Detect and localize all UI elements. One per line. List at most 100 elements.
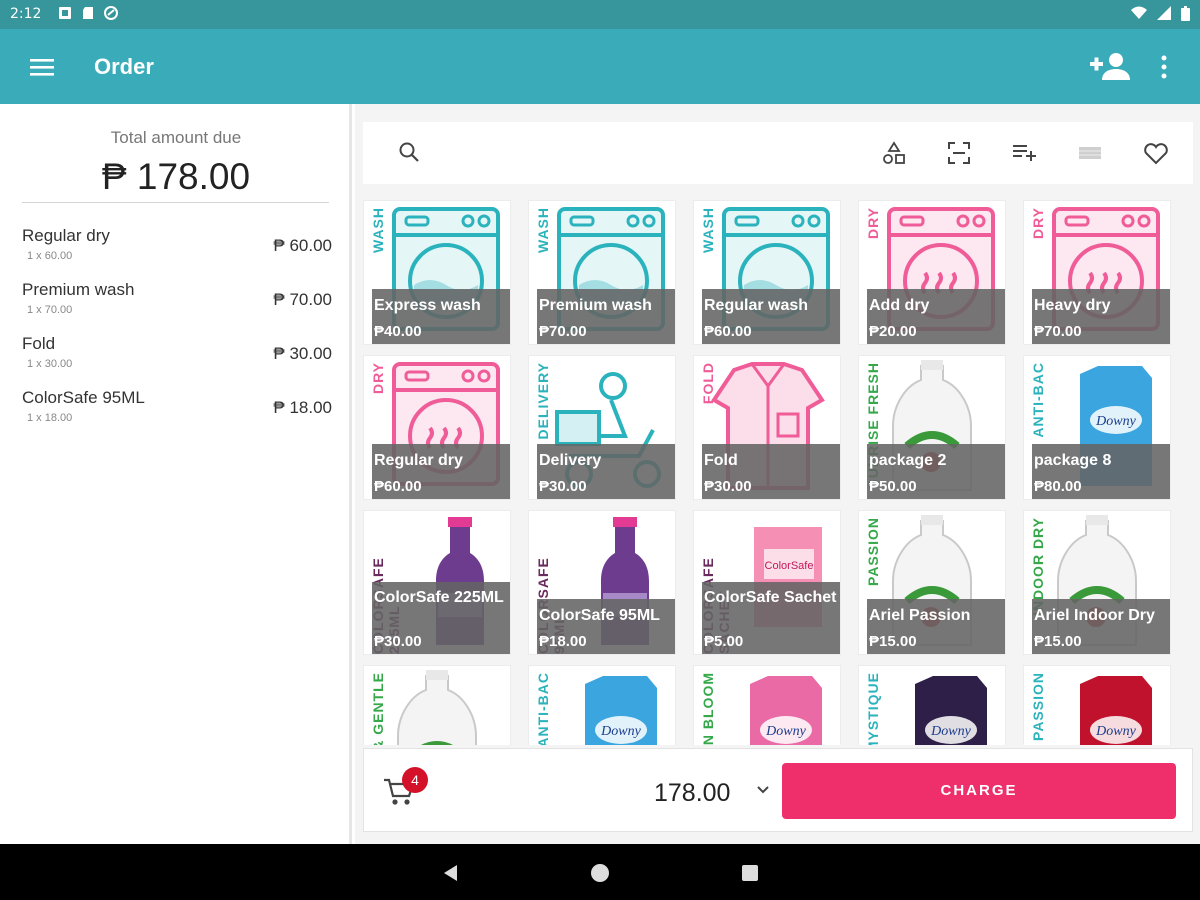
product-caption: ColorSafe 225ML ₱30.00 <box>372 582 510 654</box>
product-tile[interactable]: COLORSAFE 225MLColorSafe 225ML₱30.00 <box>363 510 511 655</box>
product-tile[interactable]: PASSION Ariel Passion ₱15.00 <box>858 510 1006 655</box>
product-tile[interactable]: Downy ANTI-BAC <box>528 665 676 745</box>
product-price: ₱15.00 <box>869 633 917 650</box>
line-item-qty: 1 x 70.00 <box>27 304 73 316</box>
order-line-item[interactable]: Premium wash 1 x 70.00 ₱ 70.00 <box>22 280 332 330</box>
product-price: ₱20.00 <box>869 323 917 340</box>
signal-icon <box>1157 6 1171 20</box>
product-category-label: DRY <box>1030 207 1046 240</box>
product-caption: Express wash ₱40.00 <box>372 289 510 344</box>
product-price: ₱50.00 <box>869 478 917 495</box>
search-icon[interactable] <box>395 138 425 168</box>
cart-count-badge: 4 <box>402 767 428 793</box>
line-item-qty: 1 x 18.00 <box>27 412 73 424</box>
wifi-icon <box>1131 6 1147 19</box>
checkout-bar: 4 178.00 CHARGE <box>363 748 1193 832</box>
product-name: Regular wash <box>704 297 809 314</box>
product-tile[interactable]: WASH Regular wash ₱60.00 <box>693 200 841 345</box>
product-tile[interactable]: DRY Heavy dry ₱70.00 <box>1023 200 1171 345</box>
product-price: ₱18.00 <box>539 633 587 650</box>
product-category-label: DRY <box>370 362 386 395</box>
line-item-price: ₱ 60.00 <box>273 236 332 255</box>
product-tile[interactable]: Downy ANTI-BAC package 8 ₱80.00 <box>1023 355 1171 500</box>
sync-icon <box>104 6 118 20</box>
order-line-item[interactable]: Fold 1 x 30.00 ₱ 30.00 <box>22 334 332 384</box>
chevron-down-icon[interactable] <box>756 783 770 797</box>
detergent-bottle-icon <box>397 670 477 745</box>
checkout-total[interactable]: 178.00 <box>654 779 730 808</box>
product-name: Ariel Passion <box>869 607 971 624</box>
product-category-label: WASH <box>535 207 551 253</box>
sd-card-icon <box>83 7 93 19</box>
product-category-label: ANTI-BAC <box>535 672 551 745</box>
softener-pouch-icon: Downy <box>585 676 657 745</box>
product-name: package 8 <box>1034 452 1112 469</box>
image-notification-icon <box>59 7 71 19</box>
favorites-heart-icon[interactable] <box>1141 138 1171 168</box>
product-tile[interactable]: FOLD Fold ₱30.00 <box>693 355 841 500</box>
product-tile[interactable]: ColorSafeCOLORSAFE SACHETColorSafe Sache… <box>693 510 841 655</box>
red-pouch-icon: Downy <box>1080 676 1152 745</box>
product-name: Ariel Indoor Dry <box>1034 607 1155 624</box>
product-tile[interactable]: DELIVERY Delivery ₱30.00 <box>528 355 676 500</box>
line-item-qty: 1 x 30.00 <box>27 358 73 370</box>
scan-barcode-icon[interactable] <box>944 138 974 168</box>
product-price: ₱30.00 <box>374 633 422 650</box>
product-toolbar <box>363 122 1193 184</box>
add-customer-icon[interactable] <box>1090 51 1130 81</box>
charge-button[interactable]: CHARGE <box>782 763 1176 819</box>
pink-pouch-icon: Downy <box>750 676 822 745</box>
product-category-label: FOLD <box>700 362 716 405</box>
order-line-item[interactable]: ColorSafe 95ML 1 x 18.00 ₱ 18.00 <box>22 388 332 438</box>
product-tile[interactable]: DRY Regular dry ₱60.00 <box>363 355 511 500</box>
product-caption: ColorSafe 95ML ₱18.00 <box>537 599 675 654</box>
product-category-label: MYSTIQUE <box>865 672 881 745</box>
product-tile[interactable]: Downy PASSION <box>1023 665 1171 745</box>
product-name: Regular dry <box>374 452 463 469</box>
svg-text:Downy: Downy <box>765 724 806 739</box>
product-price: ₱60.00 <box>374 478 422 495</box>
product-price: ₱5.00 <box>704 633 744 650</box>
product-tile[interactable]: DownyGARDEN BLOOMDowny Garden <box>693 665 841 745</box>
total-due-label: Total amount due <box>110 128 242 147</box>
add-to-list-icon[interactable] <box>1009 138 1039 168</box>
back-icon[interactable] <box>440 862 462 884</box>
list-view-icon[interactable] <box>1075 138 1105 168</box>
product-price: ₱70.00 <box>1034 323 1082 340</box>
product-tile[interactable]: WASH Express wash ₱40.00 <box>363 200 511 345</box>
product-name: ColorSafe 95ML <box>539 607 660 624</box>
more-options-icon[interactable] <box>1152 53 1176 81</box>
status-time: 2:12 <box>10 6 42 22</box>
product-name: package 2 <box>869 452 947 469</box>
product-category-label: SOFT & GENTLE <box>370 672 386 745</box>
recents-icon[interactable] <box>739 862 761 884</box>
product-tile[interactable]: INDOOR DRY Ariel Indoor Dry ₱15.00 <box>1023 510 1171 655</box>
svg-text:Downy: Downy <box>1095 414 1136 429</box>
order-line-item[interactable]: Regular dry 1 x 60.00 ₱ 60.00 <box>22 226 332 276</box>
product-caption: Ariel Passion ₱15.00 <box>867 599 1005 654</box>
categories-icon[interactable] <box>879 138 909 168</box>
product-tile[interactable]: SUNRISE FRESH package 2 ₱50.00 <box>858 355 1006 500</box>
product-grid: WASH Express wash ₱40.00 WASH Premium wash ₱7… <box>363 192 1193 745</box>
svg-text:Downy: Downy <box>600 724 641 739</box>
line-item-name: Premium wash <box>22 280 135 299</box>
product-price: ₱15.00 <box>1034 633 1082 650</box>
product-caption: Regular wash ₱60.00 <box>702 289 840 344</box>
home-icon[interactable] <box>589 862 611 884</box>
product-tile[interactable]: DRY Add dry ₱20.00 <box>858 200 1006 345</box>
product-price: ₱70.00 <box>539 323 587 340</box>
product-caption: Delivery ₱30.00 <box>537 444 675 499</box>
product-caption: Regular dry ₱60.00 <box>372 444 510 499</box>
product-category-label: PASSION <box>1030 672 1046 741</box>
product-tile[interactable]: COLORSAFE 95MLColorSafe 95ML₱18.00 <box>528 510 676 655</box>
menu-icon[interactable] <box>30 55 54 79</box>
product-name: Heavy dry <box>1034 297 1111 314</box>
svg-text:Downy: Downy <box>1095 724 1136 739</box>
product-tile[interactable]: Downy MYSTIQUE <box>858 665 1006 745</box>
product-tile[interactable]: WASH Premium wash ₱70.00 <box>528 200 676 345</box>
product-category-label: WASH <box>700 207 716 253</box>
product-caption: Heavy dry ₱70.00 <box>1032 289 1170 344</box>
product-tile[interactable]: SOFT & GENTLEAriel <box>363 665 511 745</box>
battery-icon <box>1181 6 1190 21</box>
product-category-label: DELIVERY <box>535 362 551 440</box>
